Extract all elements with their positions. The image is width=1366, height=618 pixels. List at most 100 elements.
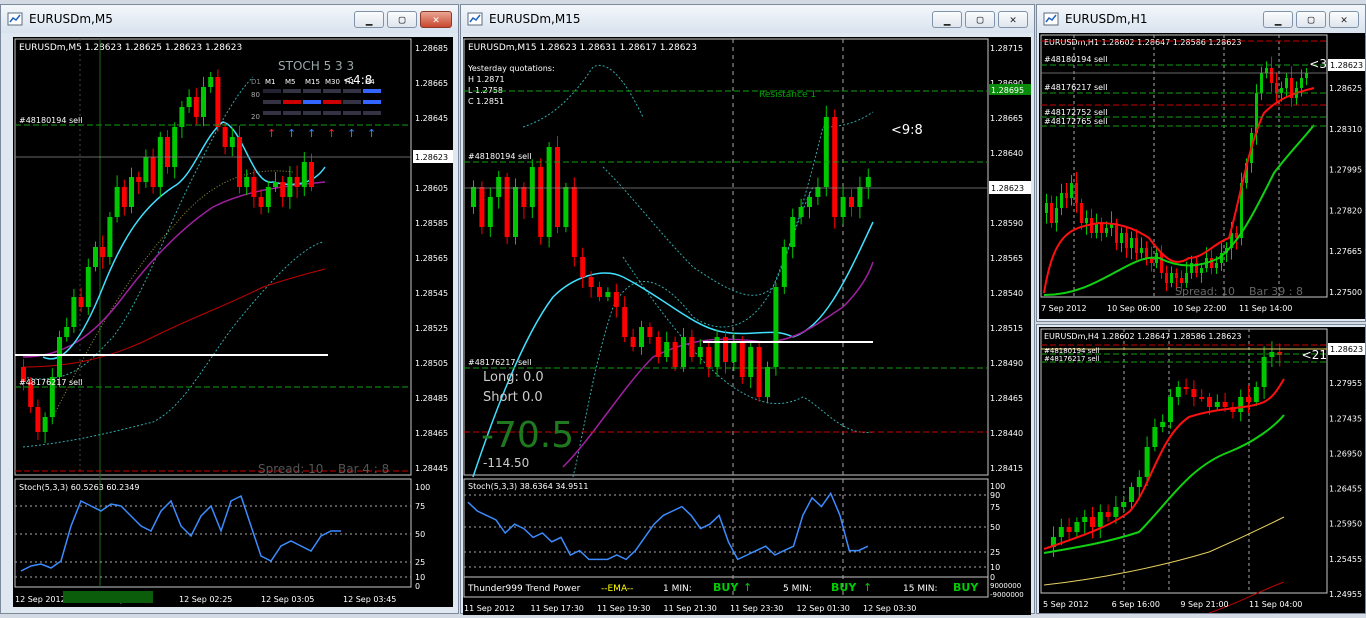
candle-body xyxy=(85,267,91,307)
m5-chart-area[interactable]: EURUSDm,M5 1.28623 1.28625 1.28623 1.286… xyxy=(13,37,453,607)
signal-arrow-icon: ↑ xyxy=(347,127,356,140)
candle-body xyxy=(251,177,257,197)
minimize-button[interactable]: ▁ xyxy=(932,11,962,28)
candle-body xyxy=(1222,402,1228,407)
candle-body xyxy=(1305,73,1308,78)
price-label: 1.27820 xyxy=(1329,206,1362,215)
candle-body xyxy=(1275,83,1278,93)
candle-body xyxy=(1175,387,1181,397)
candle-body xyxy=(244,177,250,187)
candle-body xyxy=(1045,203,1048,213)
candle-body xyxy=(1135,238,1138,253)
close-button[interactable]: ✕ xyxy=(420,11,452,28)
signal-arrow-icon: ↑ xyxy=(287,127,296,140)
maximize-button[interactable]: ▢ xyxy=(1296,11,1326,28)
candle-body xyxy=(1170,273,1173,283)
m15-order-1: #48180194 sell xyxy=(468,152,532,161)
price-label: 1.28465 xyxy=(415,429,448,438)
scale-label: 100 xyxy=(415,483,430,492)
window-title: EURUSDm,H1 xyxy=(1065,12,1148,26)
candle-body xyxy=(222,127,228,147)
close-button[interactable]: ✕ xyxy=(1329,11,1359,28)
price-label: 1.28685 xyxy=(415,44,448,53)
time-label: 5 Sep 2012 xyxy=(1043,600,1089,609)
stoch-cell xyxy=(283,111,301,115)
scale-label: 0 xyxy=(990,573,995,582)
candle-body xyxy=(563,187,569,227)
candle-body xyxy=(723,337,728,362)
level-label: 20 xyxy=(251,113,260,121)
stoch-cell xyxy=(263,100,281,104)
candle-body xyxy=(1246,397,1251,402)
candle-body xyxy=(215,77,221,127)
tf-header: M1 xyxy=(265,78,276,86)
price-label: 1.24955 xyxy=(1329,590,1362,599)
price-label: 1.28540 xyxy=(990,289,1023,298)
m15-time-axis: 11 Sep 2012 11 Sep 17:30 11 Sep 19:30 11 Se… xyxy=(464,604,916,613)
h4-chart-area[interactable]: EURUSDm,H4 1.28602 1.28647 1.28586 1.286… xyxy=(1039,327,1365,613)
maximize-button[interactable]: ▢ xyxy=(387,11,417,28)
big-value: -70.5 xyxy=(481,415,574,456)
candle-body xyxy=(647,327,653,337)
price-label: 1.27955 xyxy=(1329,379,1362,388)
bar-scale-bottom: -9000000 xyxy=(990,591,1024,599)
stoch-panel-title: STOCH 5 3 3 xyxy=(278,59,354,73)
h1-time-axis: 7 Sep 2012 10 Sep 06:00 10 Sep 22:00 11 Sep… xyxy=(1041,304,1292,313)
m15-chart-area[interactable]: EURUSDm,M15 1.28623 1.28631 1.28617 1.28… xyxy=(463,37,1031,615)
m15-current-price: 1.28623 xyxy=(991,184,1024,193)
h4-candles xyxy=(1051,341,1283,557)
price-label: 1.28715 xyxy=(990,44,1023,53)
minimize-button[interactable]: ▁ xyxy=(1263,11,1293,28)
candle-body xyxy=(471,187,476,207)
h4-order-2: #48176217 sell xyxy=(1044,355,1100,363)
candle-body xyxy=(1080,203,1083,223)
candle-body xyxy=(121,187,127,207)
time-label: 7 Sep 2012 xyxy=(1041,304,1087,313)
candle-body xyxy=(1270,68,1273,83)
candle-body xyxy=(172,127,178,167)
candle-body xyxy=(1185,273,1188,283)
candle-body xyxy=(1055,208,1058,223)
candle-body xyxy=(1115,223,1118,243)
candle-body xyxy=(781,247,787,287)
stoch-cell xyxy=(303,100,321,104)
time-label: 6 Sep 16:00 xyxy=(1112,600,1160,609)
stoch-cell xyxy=(363,111,381,115)
scale-label: 0 xyxy=(415,582,420,591)
close-button[interactable]: ✕ xyxy=(998,11,1028,28)
price-label: 1.28445 xyxy=(415,464,448,473)
candle-body xyxy=(157,137,163,187)
minimize-button[interactable]: ▁ xyxy=(354,11,384,28)
candle-body xyxy=(179,107,185,127)
h1-chart-area[interactable]: EURUSDm,H1 1.28602 1.28647 1.28586 1.286… xyxy=(1039,33,1365,319)
candle-body xyxy=(107,217,113,257)
h4-time-axis: 5 Sep 2012 6 Sep 16:00 9 Sep 21:00 11 Sep 0… xyxy=(1043,600,1302,609)
candle-body xyxy=(287,177,293,197)
candle-body xyxy=(1183,387,1189,389)
candle-body xyxy=(1165,273,1168,283)
stoch-cell xyxy=(303,89,321,93)
candle-body xyxy=(42,417,48,432)
chart-window-icon xyxy=(467,12,483,26)
maximize-button[interactable]: ▢ xyxy=(965,11,995,28)
time-label: 11 Sep 23:30 xyxy=(730,604,783,613)
m15-order-2: #48176217 sell xyxy=(468,358,532,367)
candle-body xyxy=(208,77,214,87)
candle-body xyxy=(639,327,644,347)
candle-body xyxy=(655,337,661,357)
candle-body xyxy=(35,407,41,432)
candle-body xyxy=(114,187,120,217)
time-label: 11 Sep 17:30 xyxy=(531,604,584,613)
small-value: -114.50 xyxy=(483,456,529,470)
d-label: D1 xyxy=(251,78,261,86)
candle-body xyxy=(840,197,846,217)
candle-body xyxy=(1207,397,1212,407)
ema-label: --EMA-- xyxy=(601,584,633,594)
candle-body xyxy=(1130,238,1133,248)
tf-header: H1 xyxy=(345,78,355,86)
resistance-price: 1.28695 xyxy=(991,86,1024,95)
candle-body xyxy=(1070,183,1073,198)
scale-label: 50 xyxy=(415,530,425,539)
stoch-cell xyxy=(283,89,301,93)
candle-body xyxy=(1253,387,1259,402)
